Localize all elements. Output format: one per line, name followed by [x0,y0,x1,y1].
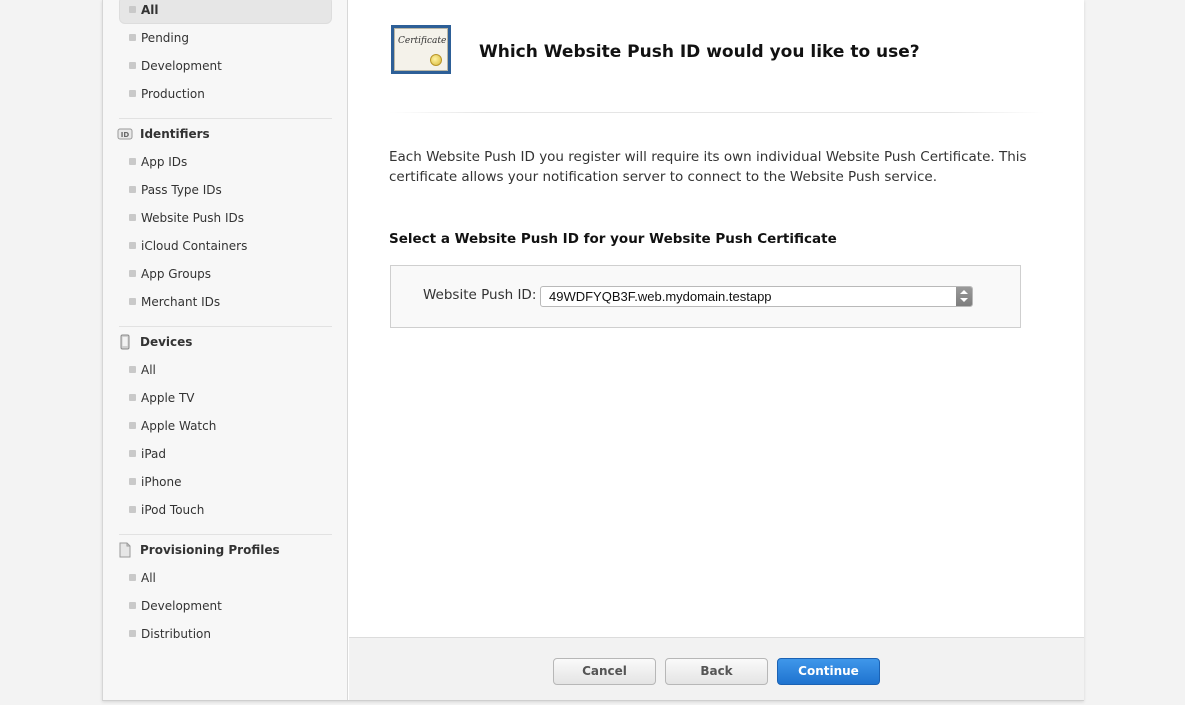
main-content: Certificate Which Website Push ID would … [349,0,1084,637]
sidebar-item-apple-tv[interactable]: Apple TV [129,388,195,408]
sidebar-item-ipad[interactable]: iPad [129,444,167,464]
sidebar-item-label: Website Push IDs [141,211,244,225]
bullet-icon [129,506,136,513]
svg-text:ID: ID [121,131,130,139]
sidebar: All Pending Development Production ID Id… [103,0,348,700]
sidebar-item-label: Apple TV [141,391,195,405]
footer-bar: Cancel Back Continue [349,637,1084,700]
bullet-icon [129,478,136,485]
bullet-icon [129,90,136,97]
sidebar-divider [119,534,332,535]
bullet-icon [129,214,136,221]
sidebar-item-apple-watch[interactable]: Apple Watch [129,416,217,436]
bullet-icon [129,6,136,13]
bullet-icon [129,186,136,193]
id-icon: ID [117,126,133,142]
phone-icon [117,334,133,350]
bullet-icon [129,242,136,249]
sidebar-item-label: Apple Watch [141,419,217,433]
section-title: Devices [140,335,193,349]
select-stepper-icon [956,287,972,306]
sidebar-item-label: Pass Type IDs [141,183,222,197]
section-title: Provisioning Profiles [140,543,280,557]
chevron-up-icon [960,290,968,294]
sidebar-item-label: iCloud Containers [141,239,248,253]
sidebar-item-profiles-distribution[interactable]: Distribution [129,624,212,644]
sidebar-item-label: iPod Touch [141,503,205,517]
sidebar-item-label: iPad [141,447,167,461]
sidebar-item-pass-type-ids[interactable]: Pass Type IDs [129,180,222,200]
bullet-icon [129,630,136,637]
page-frame: All Pending Development Production ID Id… [102,0,1084,701]
sidebar-item-devices-all[interactable]: All [129,360,156,380]
bullet-icon [129,34,136,41]
bullet-icon [129,62,136,69]
sidebar-item-app-groups[interactable]: App Groups [129,264,212,284]
sidebar-divider [119,326,332,327]
sidebar-item-label: Distribution [141,627,212,641]
sidebar-item-iphone[interactable]: iPhone [129,472,182,492]
select-value: 49WDFYQB3F.web.mydomain.testapp [549,289,772,304]
bullet-icon [129,602,136,609]
sidebar-item-ipod-touch[interactable]: iPod Touch [129,500,205,520]
bullet-icon [129,450,136,457]
sidebar-item-certificates-production[interactable]: Production [129,84,205,104]
sidebar-divider [119,118,332,119]
sidebar-item-label: All [141,3,159,17]
document-icon [117,542,133,558]
chevron-down-icon [960,298,968,302]
sidebar-item-profiles-all[interactable]: All [129,568,156,588]
sidebar-item-app-ids[interactable]: App IDs [129,152,188,172]
certificate-icon: Certificate [391,25,451,74]
sidebar-item-label: Production [141,87,205,101]
bullet-icon [129,394,136,401]
sidebar-item-icloud-containers[interactable]: iCloud Containers [129,236,248,256]
description-text: Each Website Push ID you register will r… [389,149,1027,185]
sidebar-item-certificates-all[interactable]: All [129,0,159,20]
website-push-id-panel: Website Push ID: 49WDFYQB3F.web.mydomain… [390,265,1021,328]
sidebar-item-label: iPhone [141,475,182,489]
sidebar-item-label: Pending [141,31,189,45]
website-push-id-select[interactable]: 49WDFYQB3F.web.mydomain.testapp [540,286,973,307]
sidebar-item-profiles-development[interactable]: Development [129,596,222,616]
sidebar-item-label: App Groups [141,267,212,281]
sidebar-item-label: All [141,571,156,585]
bullet-icon [129,158,136,165]
sidebar-item-certificates-pending[interactable]: Pending [129,28,189,48]
sidebar-item-label: All [141,363,156,377]
sidebar-item-website-push-ids[interactable]: Website Push IDs [129,208,244,228]
sidebar-item-label: Development [141,59,222,73]
seal-icon [430,54,442,66]
sidebar-item-label: Merchant IDs [141,295,221,309]
bullet-icon [129,574,136,581]
sidebar-item-label: App IDs [141,155,188,169]
website-push-id-label: Website Push ID: [423,287,537,303]
back-button[interactable]: Back [665,658,768,685]
bullet-icon [129,422,136,429]
bullet-icon [129,298,136,305]
page-title: Which Website Push ID would you like to … [479,42,920,62]
section-heading: Select a Website Push ID for your Websit… [389,231,837,247]
sidebar-item-merchant-ids[interactable]: Merchant IDs [129,292,221,312]
certificate-icon-text: Certificate [398,36,447,46]
sidebar-item-label: Development [141,599,222,613]
cancel-button[interactable]: Cancel [553,658,656,685]
section-title: Identifiers [140,127,210,141]
sidebar-item-certificates-development[interactable]: Development [129,56,222,76]
bullet-icon [129,270,136,277]
continue-button[interactable]: Continue [777,658,880,685]
title-divider [389,112,1044,113]
bullet-icon [129,366,136,373]
